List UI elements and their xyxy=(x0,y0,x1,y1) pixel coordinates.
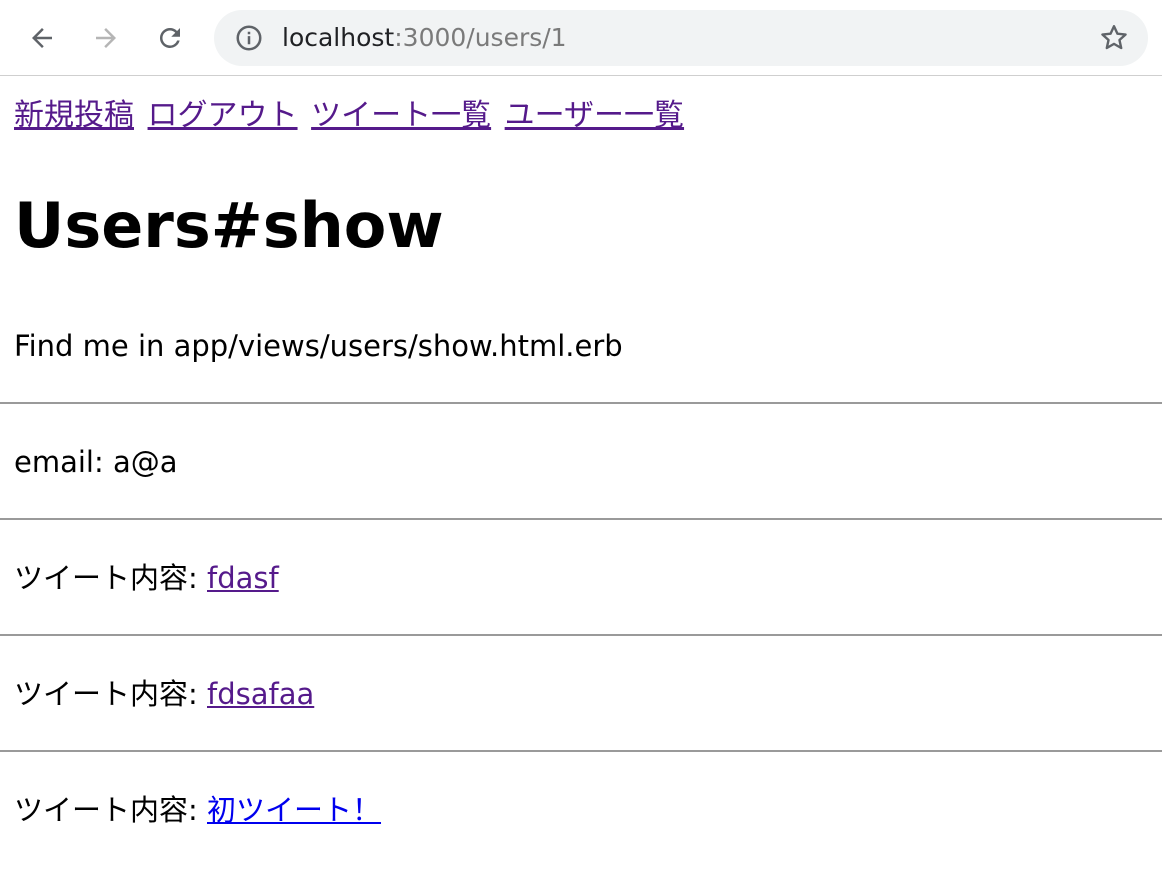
email-line: email: a@a xyxy=(14,445,178,479)
tweet-item: ツイート内容: fdsafaa xyxy=(14,674,314,714)
template-note: Find me in app/views/users/show.html.erb xyxy=(14,329,623,363)
reload-icon xyxy=(159,27,180,48)
logout-link[interactable]: ログアウト xyxy=(148,98,298,133)
tweet-item: ツイート内容: fdasf xyxy=(14,558,279,598)
browser-toolbar: localhost:3000/users/1 xyxy=(0,0,1162,76)
tweet-item: ツイート内容: 初ツイート！ xyxy=(14,790,381,830)
url-text[interactable]: localhost:3000/users/1 xyxy=(282,22,567,54)
tweet-link[interactable]: fdasf xyxy=(207,561,279,595)
divider xyxy=(0,634,1162,636)
url-host: localhost xyxy=(282,23,395,52)
back-button[interactable] xyxy=(24,20,60,56)
user-list-link[interactable]: ユーザー一覧 xyxy=(505,98,684,133)
url-path: :3000/users/1 xyxy=(394,23,567,52)
arrow-right-icon xyxy=(96,28,116,48)
divider xyxy=(0,518,1162,520)
info-icon[interactable] xyxy=(234,23,264,53)
tweet-link[interactable]: fdsafaa xyxy=(207,677,314,711)
star-icon[interactable] xyxy=(1098,22,1130,54)
address-bar[interactable]: localhost:3000/users/1 xyxy=(214,10,1148,66)
arrow-left-icon xyxy=(32,28,52,48)
tweet-list-link[interactable]: ツイート一覧 xyxy=(311,98,491,133)
page-title: Users#show xyxy=(14,189,444,262)
new-post-link[interactable]: 新規投稿 xyxy=(14,98,134,133)
tweet-label: ツイート内容: xyxy=(14,677,207,711)
divider xyxy=(0,402,1162,404)
tweet-link[interactable]: 初ツイート！ xyxy=(207,793,381,827)
divider xyxy=(0,750,1162,752)
nav-links: 新規投稿 ログアウト ツイート一覧 ユーザー一覧 xyxy=(14,96,688,136)
tweet-label: ツイート内容: xyxy=(14,793,207,827)
reload-button[interactable] xyxy=(152,20,188,56)
tweet-label: ツイート内容: xyxy=(14,561,207,595)
forward-button[interactable] xyxy=(88,20,124,56)
